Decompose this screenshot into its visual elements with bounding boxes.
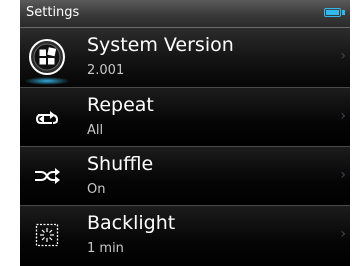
status-bar: Settings [20,0,350,28]
chevron-right-icon: › [340,167,346,183]
menu-item-repeat[interactable]: Repeat All › [20,88,350,147]
menu-item-system-version[interactable]: System Version 2.001 › [20,28,350,88]
battery-icon [324,8,346,18]
menu-item-label: System Version [87,34,234,56]
screen-title: Settings [26,5,80,20]
menu-item-backlight[interactable]: Backlight 1 min › [20,206,350,266]
menu-item-value: All [87,123,104,138]
chevron-right-icon: › [340,108,346,124]
menu-item-value: On [87,182,106,197]
menu-item-label: Repeat [87,94,154,116]
backlight-icon [20,206,74,264]
repeat-icon [20,88,74,146]
selection-glow [24,77,70,85]
chevron-right-icon: › [340,48,346,64]
menu-item-label: Backlight [87,212,176,234]
settings-list: System Version 2.001 › Repeat All › Shuf… [20,28,350,266]
shuffle-icon [20,147,74,205]
chevron-right-icon: › [340,226,346,242]
menu-item-shuffle[interactable]: Shuffle On › [20,147,350,206]
device-screen: Settings System Version 2.001 › Repeat A… [20,0,350,266]
menu-item-label: Shuffle [87,153,154,175]
menu-item-value: 2.001 [87,63,125,78]
menu-item-value: 1 min [87,241,124,256]
